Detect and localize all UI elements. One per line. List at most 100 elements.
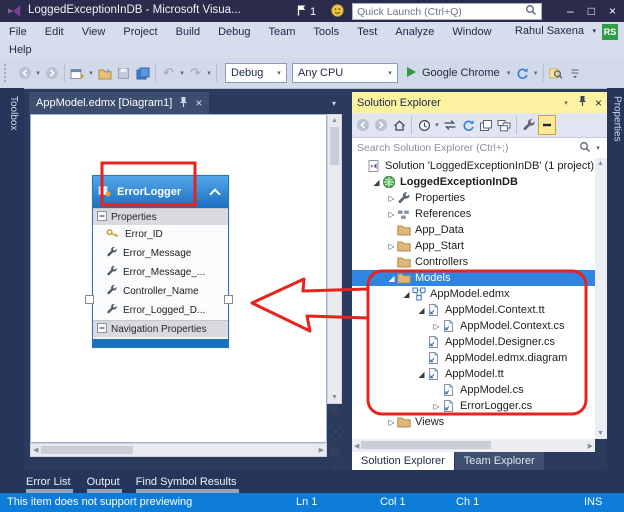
menu-edit[interactable]: Edit <box>36 22 73 42</box>
preview-selected-items-icon[interactable] <box>538 115 556 135</box>
open-file-icon[interactable] <box>95 62 114 84</box>
find-in-files-icon[interactable] <box>547 62 566 84</box>
scroll-right-icon[interactable]: ▶ <box>588 442 593 450</box>
avatar[interactable]: RS <box>602 24 618 40</box>
collapsed-arrow-icon[interactable]: ▷ <box>386 194 397 203</box>
zoom-out-icon[interactable] <box>329 446 342 464</box>
minus-box-icon[interactable] <box>97 210 107 224</box>
search-options-caret-icon[interactable]: ▾ <box>594 144 602 152</box>
tree-vertical-scrollbar[interactable]: ▲ ▼ <box>595 158 607 439</box>
pending-caret-icon[interactable]: ▾ <box>433 121 441 129</box>
menu-tools[interactable]: Tools <box>304 22 348 42</box>
tree-item-appmodel-designer-cs[interactable]: AppModel.Designer.cs <box>352 334 595 350</box>
solution-search-input[interactable]: Search Solution Explorer (Ctrl+;) ▾ <box>352 138 607 159</box>
menu-view[interactable]: View <box>73 22 115 42</box>
undo-icon[interactable]: ↶ <box>159 62 178 84</box>
tree-item-errorlogger-cs[interactable]: ▷ ErrorLogger.cs <box>352 398 595 414</box>
user-dropdown-caret-icon[interactable]: ▾ <box>592 27 596 35</box>
scroll-left-icon[interactable]: ◀ <box>354 442 359 450</box>
feedback-smiley-icon[interactable] <box>331 4 344 22</box>
solution-explorer-header[interactable]: Solution Explorer ▾ × <box>352 92 607 113</box>
document-list-caret-icon[interactable]: ▾ <box>332 99 336 108</box>
entity-property-controller-name[interactable]: Controller_Name <box>93 282 228 301</box>
tree-item-appmodel-edmx[interactable]: ◢ AppModel.edmx <box>352 286 595 302</box>
expanded-arrow-icon[interactable]: ◢ <box>386 274 397 283</box>
entity-property-error-logged-d-[interactable]: Error_Logged_D... <box>93 301 228 320</box>
scroll-down-icon[interactable]: ▼ <box>328 394 341 401</box>
navigation-section-header[interactable]: Navigation Properties <box>93 320 228 337</box>
menu-project[interactable]: Project <box>114 22 166 42</box>
collapsed-arrow-icon[interactable]: ▷ <box>431 322 442 331</box>
pin-icon[interactable] <box>178 96 189 111</box>
tree-item-models[interactable]: ◢ Models <box>352 270 595 286</box>
tree-item-appmodel-tt[interactable]: ◢ AppModel.tt <box>352 366 595 382</box>
scrollbar-thumb[interactable] <box>330 127 339 165</box>
sync-with-active-document-icon[interactable] <box>441 115 459 135</box>
tree-item-appmodel-context-cs[interactable]: ▷ AppModel.Context.cs <box>352 318 595 334</box>
scroll-up-icon[interactable]: ▲ <box>597 160 604 167</box>
scroll-right-icon[interactable]: ▶ <box>319 446 324 454</box>
expanded-arrow-icon[interactable]: ◢ <box>416 306 427 315</box>
entity-errorlogger[interactable]: ErrorLogger Properties Error_ID Error_Mes… <box>92 175 229 348</box>
properties-tab[interactable]: Properties <box>609 96 623 142</box>
tree-item-solution-loggedexceptionindb-1-project[interactable]: Solution 'LoggedExceptionInDB' (1 projec… <box>352 158 595 174</box>
tree-horizontal-scrollbar[interactable]: ◀ ▶ <box>352 439 595 452</box>
scrollbar-thumb[interactable] <box>41 446 133 454</box>
menu-file[interactable]: File <box>0 22 36 42</box>
collapsed-arrow-icon[interactable]: ▷ <box>386 242 397 251</box>
scrollbar-thumb[interactable] <box>361 441 491 449</box>
debug-target-select[interactable]: Debug ▾ <box>225 63 287 83</box>
back-dropdown-caret-icon[interactable]: ▾ <box>34 69 42 77</box>
undo-dropdown-caret-icon[interactable]: ▾ <box>178 69 186 77</box>
menu-window[interactable]: Window <box>443 22 500 42</box>
tree-item-app-start[interactable]: ▷ App_Start <box>352 238 595 254</box>
properties-wrench-icon[interactable] <box>520 115 538 135</box>
redo-icon[interactable]: ↷ <box>186 62 205 84</box>
save-all-icon[interactable] <box>133 62 152 84</box>
show-all-files-icon[interactable] <box>477 115 495 135</box>
panel-tab-solution-explorer[interactable]: Solution Explorer <box>352 452 454 470</box>
pin-icon[interactable] <box>577 95 588 110</box>
tree-item-views[interactable]: ▷ Views <box>352 414 595 430</box>
start-debug-button[interactable]: Google Chrome ▾ <box>406 66 513 81</box>
bottom-tab-find-symbol-results[interactable]: Find Symbol Results <box>135 470 239 493</box>
menu-test[interactable]: Test <box>348 22 386 42</box>
collapsed-arrow-icon[interactable]: ▷ <box>431 402 442 411</box>
tree-item-properties[interactable]: ▷ Properties <box>352 190 595 206</box>
entity-property-error-id[interactable]: Error_ID <box>93 225 228 244</box>
home-icon[interactable] <box>390 115 408 135</box>
forward-icon[interactable] <box>372 115 390 135</box>
zoom-in-icon[interactable] <box>329 404 342 422</box>
minus-box-icon[interactable] <box>97 322 107 336</box>
tree-item-appmodel-edmx-diagram[interactable]: AppModel.edmx.diagram <box>352 350 595 366</box>
editor-vertical-scrollbar[interactable]: ▲ ▼ <box>327 114 342 404</box>
close-button[interactable]: × <box>609 4 616 18</box>
menu-analyze[interactable]: Analyze <box>386 22 443 42</box>
navigate-forward-icon[interactable] <box>42 62 61 84</box>
menu-team[interactable]: Team <box>260 22 305 42</box>
refresh-icon[interactable] <box>513 62 532 84</box>
maximize-button[interactable]: □ <box>588 4 595 18</box>
properties-section-header[interactable]: Properties <box>93 208 228 225</box>
editor-horizontal-scrollbar[interactable]: ◀ ▶ <box>30 443 327 457</box>
menu-debug[interactable]: Debug <box>209 22 259 42</box>
close-panel-icon[interactable]: × <box>595 96 602 110</box>
new-project-icon[interactable] <box>68 62 87 84</box>
refresh-dropdown-caret-icon[interactable]: ▾ <box>532 69 540 77</box>
refresh-icon[interactable] <box>459 115 477 135</box>
collapse-chevron-icon[interactable] <box>209 187 221 200</box>
toolbar-grip[interactable] <box>4 64 10 82</box>
toolbar-overflow-icon[interactable] <box>566 62 585 84</box>
document-tab[interactable]: AppModel.edmx [Diagram1] × <box>29 92 210 114</box>
toolbox-tab[interactable]: Toolbox <box>5 96 19 130</box>
expanded-arrow-icon[interactable]: ◢ <box>401 290 412 299</box>
menu-build[interactable]: Build <box>167 22 209 42</box>
signed-in-user[interactable]: Rahul Saxena <box>515 25 584 37</box>
fit-page-icon[interactable] <box>329 425 342 443</box>
entity-header[interactable]: ErrorLogger <box>93 176 228 208</box>
scroll-down-icon[interactable]: ▼ <box>597 430 604 437</box>
tree-item-controllers[interactable]: Controllers <box>352 254 595 270</box>
back-icon[interactable] <box>354 115 372 135</box>
panel-tab-team-explorer[interactable]: Team Explorer <box>454 452 544 470</box>
quick-launch-input[interactable]: Quick Launch (Ctrl+Q) <box>352 3 542 20</box>
